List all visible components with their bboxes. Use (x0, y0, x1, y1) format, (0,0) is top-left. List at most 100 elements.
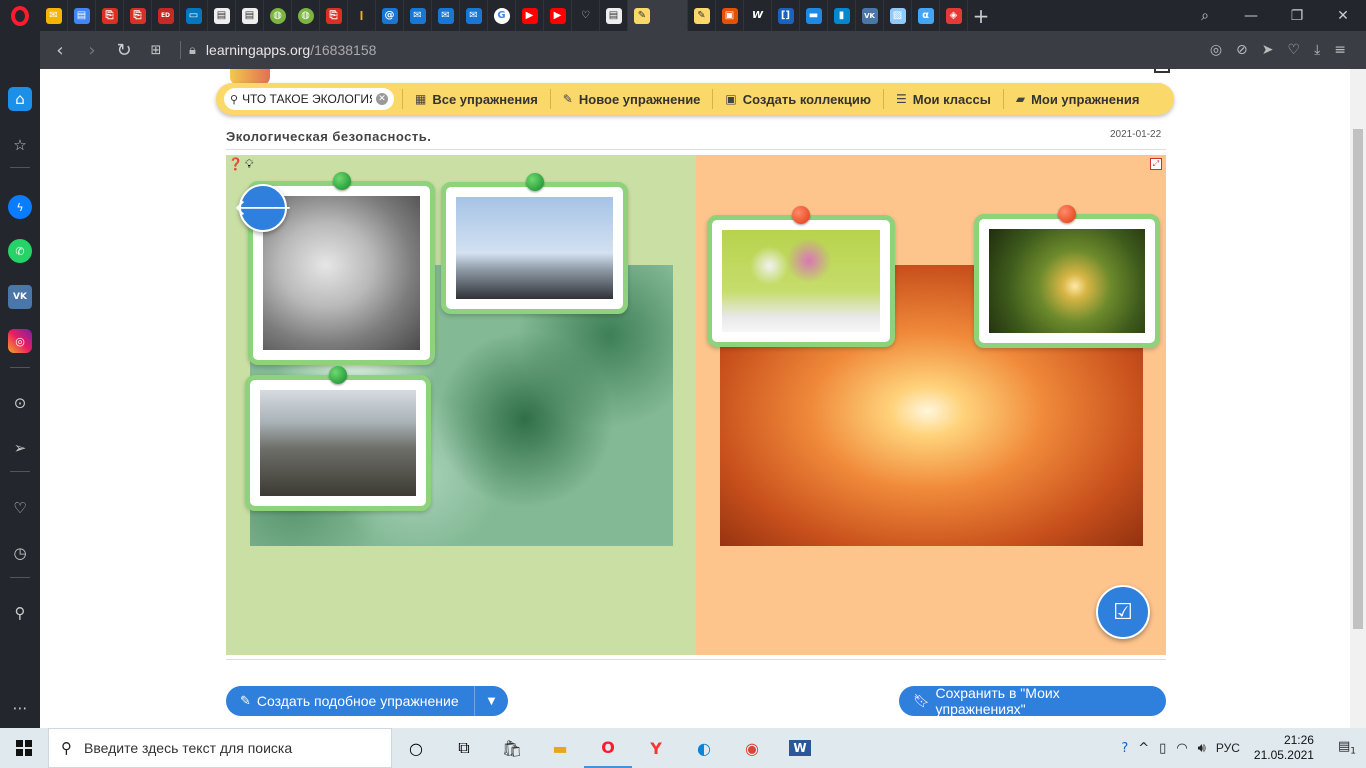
close-icon[interactable]: ✕ (1320, 8, 1366, 24)
create-similar-dropdown[interactable]: ▼ (474, 686, 508, 716)
notifications-icon[interactable]: ▤1 (1338, 739, 1356, 757)
image-card-tree[interactable] (974, 205, 1160, 348)
save-to-my-exercises-button[interactable]: 🔖︎ Сохранить в "Моих упражнениях" (899, 685, 1166, 717)
image-card-factory[interactable] (441, 173, 628, 314)
search-value[interactable]: ЧТО ТАКОЕ ЭКОЛОГИЯ (242, 92, 372, 106)
reload-icon[interactable]: ↻ (108, 40, 140, 61)
tab[interactable]: ▤ (236, 0, 264, 31)
tab[interactable]: ▨ (884, 0, 912, 31)
check-answers-button[interactable]: ☑ (1096, 585, 1150, 639)
taskbar-search[interactable]: ⚲ Введите здесь текст для поиска (48, 728, 392, 768)
menu-icon[interactable]: ≡ (1334, 42, 1346, 58)
send-icon[interactable]: ➤ (1262, 42, 1274, 58)
create-collection-link[interactable]: ▣ Создать коллекцию (712, 89, 883, 109)
tab[interactable]: ▤ (600, 0, 628, 31)
adblock-icon[interactable]: ⊘ (1236, 42, 1248, 58)
my-classes-link[interactable]: ☰ Мои классы (882, 89, 1003, 109)
camera-icon[interactable]: ◎ (1210, 42, 1222, 58)
tab[interactable]: W (744, 0, 772, 31)
tab[interactable]: ✉ (432, 0, 460, 31)
word-icon[interactable]: W (776, 728, 824, 768)
send-icon[interactable]: ➢ (8, 436, 32, 460)
tab[interactable]: G (488, 0, 516, 31)
tab[interactable]: ▤ (68, 0, 96, 31)
messenger-icon[interactable]: ϟ (8, 195, 32, 219)
whatsapp-icon[interactable]: ✆ (8, 239, 32, 263)
search-field[interactable]: ⚲ ЧТО ТАКОЕ ЭКОЛОГИЯ ✕ (224, 88, 394, 110)
back-button[interactable]: 🡐 (234, 184, 293, 232)
hint-lightbulb-icon[interactable]: 💡︎ (245, 157, 253, 172)
file-explorer-icon[interactable]: ▬ (536, 728, 584, 768)
tab[interactable]: [] (772, 0, 800, 31)
tab[interactable]: ✉ (40, 0, 68, 31)
heart-icon[interactable]: ♡ (1288, 42, 1301, 58)
all-exercises-link[interactable]: ▦ Все упражнения (402, 89, 550, 109)
heart-icon[interactable]: ♡ (8, 496, 32, 520)
tab[interactable]: @ (376, 0, 404, 31)
language-indicator[interactable]: РУС (1216, 741, 1240, 755)
search-tabs-icon[interactable]: ⌕ (1182, 8, 1228, 24)
instagram-icon[interactable]: ◎ (8, 329, 32, 353)
image-card-sewage-pipe[interactable] (245, 366, 431, 511)
tab[interactable]: ▮ (828, 0, 856, 31)
clock[interactable]: 21:26 21.05.2021 (1254, 733, 1314, 763)
help-tray-icon[interactable]: ? (1121, 741, 1128, 756)
my-exercises-link[interactable]: ▰ Мои упражнения (1002, 89, 1152, 109)
new-tab-button[interactable]: + (968, 4, 994, 28)
tab[interactable]: ✉ (404, 0, 432, 31)
home-icon[interactable]: ⌂ (8, 87, 32, 111)
device-icon[interactable]: ▯ (1159, 741, 1166, 756)
tab[interactable]: ⎘ (124, 0, 152, 31)
vk-icon[interactable]: VK (8, 285, 32, 309)
minimize-icon[interactable]: — (1228, 8, 1274, 24)
history-icon[interactable]: ◷ (8, 541, 32, 565)
tab[interactable]: ⎘ (320, 0, 348, 31)
tab[interactable]: ◈ (940, 0, 968, 31)
cortana-icon[interactable]: ○ (392, 728, 440, 768)
tab[interactable]: ▭ (180, 0, 208, 31)
task-view-icon[interactable]: ⧉ (440, 728, 488, 768)
login-icon[interactable] (1154, 69, 1170, 73)
tab[interactable]: ▶ (544, 0, 572, 31)
scrollbar-thumb[interactable] (1353, 129, 1363, 629)
tab[interactable]: ✉ (460, 0, 488, 31)
lightbulb-icon[interactable]: ⚲ (8, 601, 32, 625)
forward-nav-icon[interactable]: › (76, 40, 108, 61)
player-icon[interactable]: ⊙ (8, 391, 32, 415)
page-scrollbar[interactable] (1350, 69, 1366, 728)
tab[interactable]: ◍ (264, 0, 292, 31)
start-button[interactable] (0, 728, 48, 768)
tab[interactable]: ♡ (572, 0, 600, 31)
chevron-up-icon[interactable]: ^ (1138, 741, 1149, 756)
tab[interactable]: ▶ (516, 0, 544, 31)
opera-menu-button[interactable] (0, 0, 40, 31)
help-icon[interactable]: ❓ (228, 157, 243, 172)
tab[interactable]: ▬ (800, 0, 828, 31)
speed-dial-icon[interactable]: ⊞ (140, 43, 172, 58)
download-icon[interactable]: ⤓ (1314, 42, 1320, 58)
more-icon[interactable]: ⋯ (8, 696, 32, 720)
url-field[interactable]: learningapps.org/16838158 (206, 42, 376, 58)
wifi-icon[interactable]: ◠ (1176, 741, 1187, 756)
yandex-browser-icon[interactable]: Y (632, 728, 680, 768)
tab[interactable]: ▣ (716, 0, 744, 31)
fullscreen-icon[interactable]: ⤢ (1150, 158, 1162, 170)
clear-search-icon[interactable]: ✕ (376, 93, 388, 105)
tab[interactable]: ⎘ (96, 0, 124, 31)
volume-icon[interactable]: 🔊︎ (1198, 741, 1206, 756)
tab[interactable]: α (912, 0, 940, 31)
tab[interactable]: ◍ (292, 0, 320, 31)
maximize-icon[interactable]: ❐ (1274, 8, 1320, 24)
tab[interactable]: VK (856, 0, 884, 31)
tab[interactable]: ✎ (688, 0, 716, 31)
back-nav-icon[interactable]: ‹ (44, 40, 76, 61)
chrome-icon[interactable]: ◉ (728, 728, 776, 768)
store-icon[interactable]: 🛍︎ (488, 728, 536, 768)
tab[interactable]: ▤ (208, 0, 236, 31)
image-card-orchids[interactable] (707, 206, 895, 347)
tab[interactable]: ǀ (348, 0, 376, 31)
lock-icon[interactable]: 🔒︎ (189, 43, 196, 58)
new-exercise-link[interactable]: ✎ Новое упражнение (549, 89, 713, 109)
tab[interactable]: ED (152, 0, 180, 31)
opera-taskbar-icon[interactable]: O (584, 728, 632, 768)
